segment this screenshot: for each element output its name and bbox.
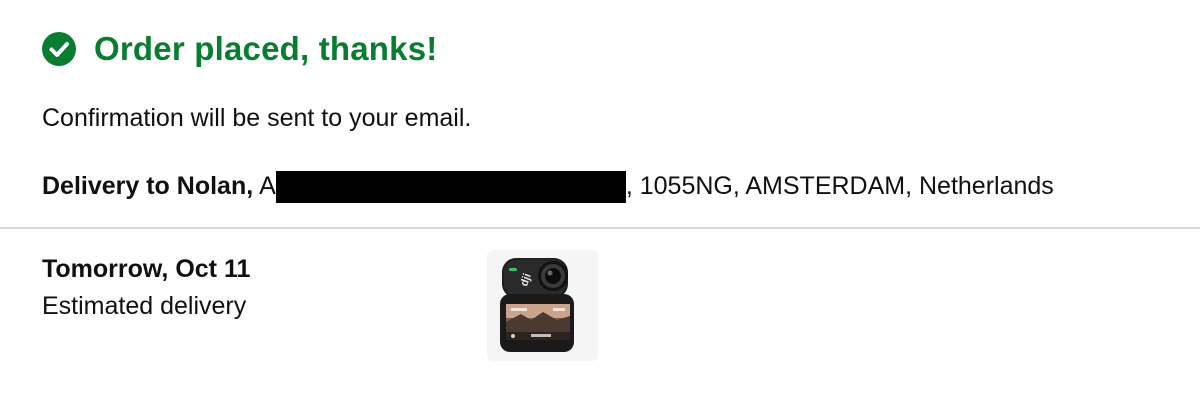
redacted-address-block — [275, 171, 626, 203]
section-divider — [0, 227, 1200, 229]
product-thumbnail[interactable]: dji — [487, 250, 598, 361]
action-camera-image: dji — [500, 258, 574, 352]
confirmation-message: Confirmation will be sent to your email. — [42, 104, 472, 132]
delivery-date: Tomorrow, Oct 11 — [42, 255, 251, 283]
delivery-name-prefix: A — [259, 171, 276, 200]
delivery-address: Delivery to Nolan, A , 1055NG, AMSTERDAM… — [42, 170, 1054, 203]
order-confirmation-header: Order placed, thanks! — [42, 30, 437, 68]
delivery-label: Delivery to Nolan, — [42, 171, 254, 200]
page-title: Order placed, thanks! — [94, 30, 438, 67]
delivery-status: Estimated delivery — [42, 292, 247, 320]
check-circle-icon — [42, 32, 76, 66]
delivery-address-rest: , 1055NG, AMSTERDAM, Netherlands — [625, 171, 1054, 200]
